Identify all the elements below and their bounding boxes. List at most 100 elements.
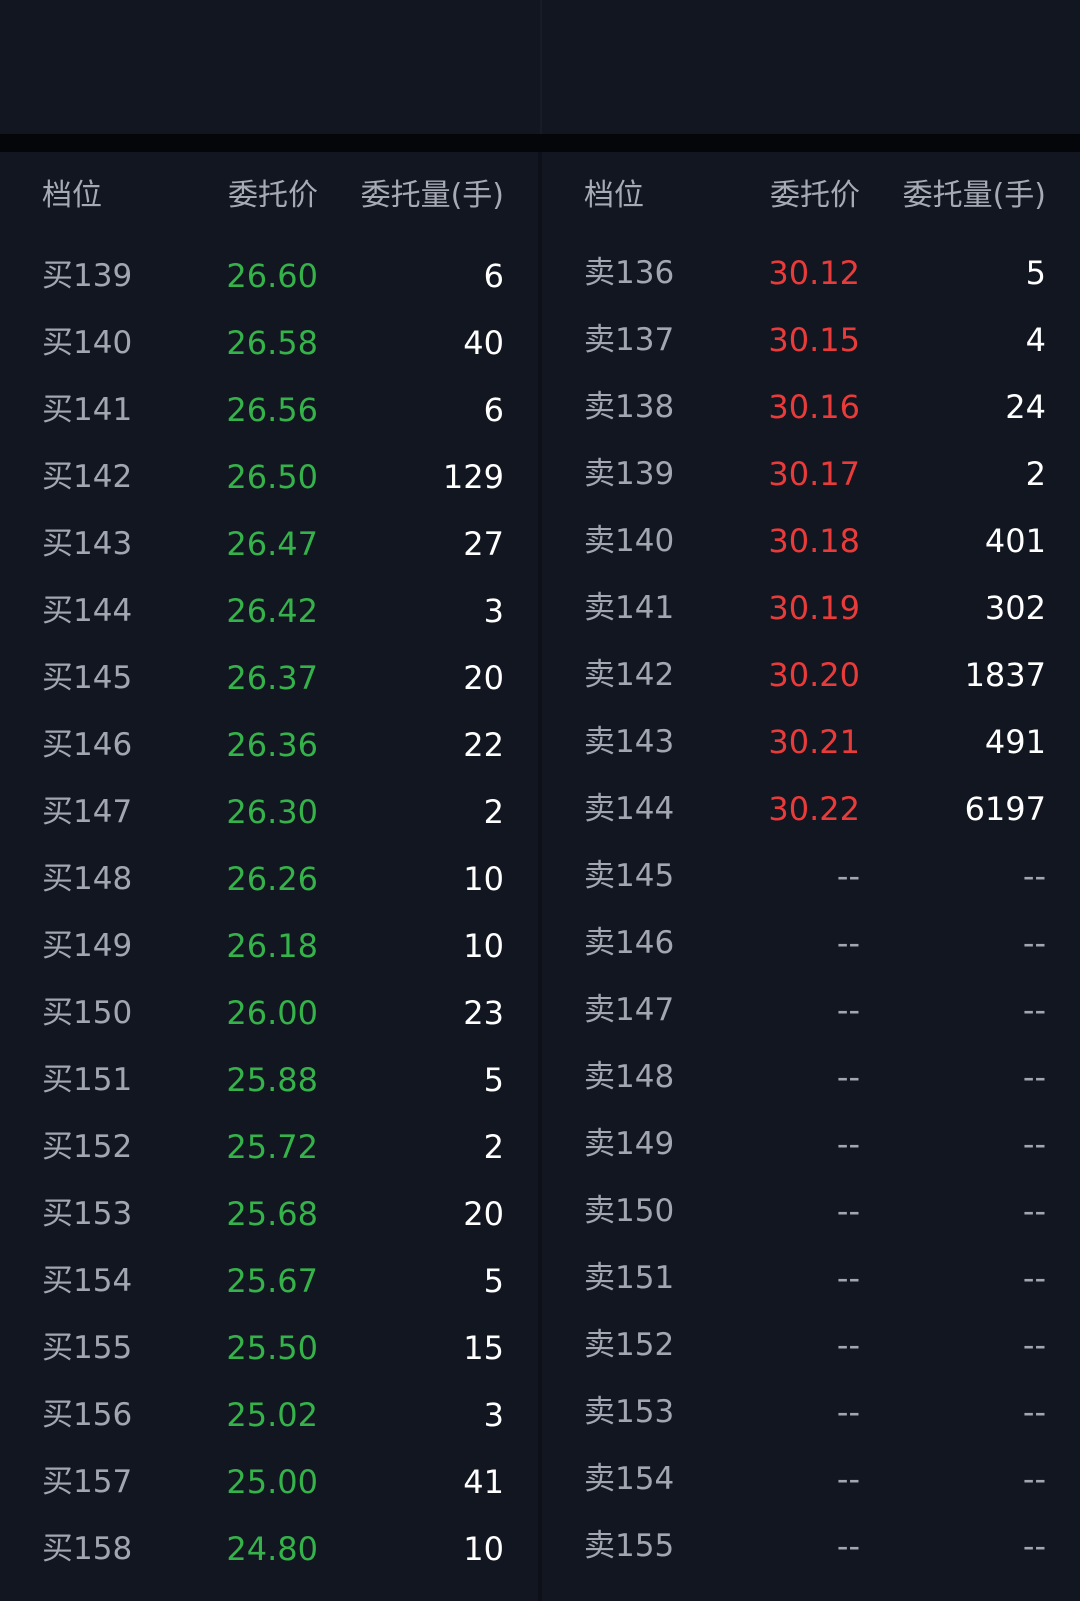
- bid-order-row[interactable]: 买157 25.00 41: [0, 1448, 538, 1515]
- bid-level-label: 买149: [42, 928, 133, 964]
- bid-level-label: 买157: [42, 1464, 133, 1500]
- bid-price-value: 25.00: [226, 1463, 318, 1501]
- ask-header-volume: 委托量(手): [902, 178, 1046, 213]
- bid-price-value: 25.67: [226, 1262, 318, 1300]
- ask-order-row[interactable]: 卖140 30.18 401: [542, 507, 1080, 574]
- bid-level-label: 买140: [42, 325, 133, 361]
- ask-order-row[interactable]: 卖145 -- --: [542, 842, 1080, 909]
- bid-price-value: 26.60: [226, 257, 318, 295]
- bid-price-value: 26.56: [226, 391, 318, 429]
- bid-order-row[interactable]: 买147 26.30 2: [0, 778, 538, 845]
- ask-price-value: 30.17: [768, 455, 860, 493]
- bid-volume-value: 129: [442, 458, 504, 496]
- ask-level-label: 卖151: [584, 1260, 675, 1296]
- bid-level-label: 买139: [42, 258, 133, 294]
- bid-price-value: 26.37: [226, 659, 318, 697]
- ask-price-value: 30.22: [768, 790, 860, 828]
- ask-order-row[interactable]: 卖147 -- --: [542, 976, 1080, 1043]
- ask-order-row[interactable]: 卖138 30.16 24: [542, 373, 1080, 440]
- bid-price-value: 26.42: [226, 592, 318, 630]
- bid-order-row[interactable]: 买154 25.67 5: [0, 1247, 538, 1314]
- ask-rows-list[interactable]: 卖13530.11108卖13630.125卖13730.154卖13830.1…: [542, 172, 1080, 1579]
- bid-level-label: 买148: [42, 861, 133, 897]
- ask-level-label: 卖142: [584, 657, 675, 693]
- bid-order-row[interactable]: 买150 26.00 23: [0, 979, 538, 1046]
- bid-order-row[interactable]: 买151 25.88 5: [0, 1046, 538, 1113]
- ask-price-value: --: [836, 1393, 860, 1431]
- bid-order-row[interactable]: 买142 26.50 129: [0, 443, 538, 510]
- ask-table-header: 档位 委托价 委托量(手): [542, 152, 1080, 234]
- bid-header-level: 档位: [42, 178, 102, 213]
- bid-level-label: 买158: [42, 1531, 133, 1567]
- ask-price-value: --: [836, 991, 860, 1029]
- bid-order-row[interactable]: 买148 26.26 10: [0, 845, 538, 912]
- ask-volume-value: 6197: [964, 790, 1046, 828]
- bid-order-row[interactable]: 买145 26.37 20: [0, 644, 538, 711]
- ask-price-value: --: [836, 924, 860, 962]
- bid-volume-value: 20: [463, 659, 504, 697]
- ask-order-row[interactable]: 卖143 30.21 491: [542, 708, 1080, 775]
- bid-order-row[interactable]: 买149 26.18 10: [0, 912, 538, 979]
- bid-price-value: 25.50: [226, 1329, 318, 1367]
- ask-level-label: 卖137: [584, 322, 675, 358]
- bid-level-label: 买155: [42, 1330, 133, 1366]
- bid-price-value: 25.88: [226, 1061, 318, 1099]
- ask-level-label: 卖146: [584, 925, 675, 961]
- ask-order-row[interactable]: 卖155 -- --: [542, 1512, 1080, 1579]
- bid-order-row[interactable]: 买158 24.80 10: [0, 1515, 538, 1582]
- ask-level-label: 卖154: [584, 1461, 675, 1497]
- ask-volume-value: --: [1022, 857, 1046, 895]
- ask-order-row[interactable]: 卖152 -- --: [542, 1311, 1080, 1378]
- ask-header-price: 委托价: [770, 178, 860, 213]
- bid-order-row[interactable]: 买156 25.02 3: [0, 1381, 538, 1448]
- bid-level-label: 买153: [42, 1196, 133, 1232]
- ask-order-row[interactable]: 卖148 -- --: [542, 1043, 1080, 1110]
- bid-order-row[interactable]: 买146 26.36 22: [0, 711, 538, 778]
- bid-price-value: 26.26: [226, 860, 318, 898]
- bid-volume-value: 15: [463, 1329, 504, 1367]
- ask-order-row[interactable]: 卖151 -- --: [542, 1244, 1080, 1311]
- ask-price-value: 30.12: [768, 254, 860, 292]
- bid-level-label: 买150: [42, 995, 133, 1031]
- ask-price-value: --: [836, 1058, 860, 1096]
- bid-volume-value: 41: [463, 1463, 504, 1501]
- bid-level-label: 买151: [42, 1062, 133, 1098]
- ask-order-row[interactable]: 卖136 30.12 5: [542, 239, 1080, 306]
- bid-level-label: 买142: [42, 459, 133, 495]
- ask-order-row[interactable]: 卖154 -- --: [542, 1445, 1080, 1512]
- ask-order-row[interactable]: 卖141 30.19 302: [542, 574, 1080, 641]
- bid-order-row[interactable]: 买155 25.50 15: [0, 1314, 538, 1381]
- ask-volume-value: --: [1022, 924, 1046, 962]
- ask-price-value: --: [836, 857, 860, 895]
- ask-order-row[interactable]: 卖146 -- --: [542, 909, 1080, 976]
- bid-rows-list[interactable]: 买13826.628买13926.606买14026.5840买14126.56…: [0, 175, 538, 1582]
- bid-order-row[interactable]: 买141 26.56 6: [0, 376, 538, 443]
- bid-order-row[interactable]: 买152 25.72 2: [0, 1113, 538, 1180]
- bid-level-label: 买147: [42, 794, 133, 830]
- ask-volume-value: --: [1022, 1326, 1046, 1364]
- bid-order-row[interactable]: 买143 26.47 27: [0, 510, 538, 577]
- bid-order-row[interactable]: 买140 26.58 40: [0, 309, 538, 376]
- ask-price-value: --: [836, 1125, 860, 1163]
- top-column-divider: [540, 0, 542, 134]
- bid-price-value: 26.58: [226, 324, 318, 362]
- ask-order-row[interactable]: 卖142 30.20 1837: [542, 641, 1080, 708]
- ask-order-row[interactable]: 卖149 -- --: [542, 1110, 1080, 1177]
- bid-volume-value: 27: [463, 525, 504, 563]
- ask-order-row[interactable]: 卖150 -- --: [542, 1177, 1080, 1244]
- bid-order-row[interactable]: 买153 25.68 20: [0, 1180, 538, 1247]
- ask-volume-value: 4: [1025, 321, 1046, 359]
- ask-order-book[interactable]: 档位 委托价 委托量(手) 卖13530.11108卖13630.125卖137…: [542, 152, 1080, 1601]
- ask-order-row[interactable]: 卖144 30.22 6197: [542, 775, 1080, 842]
- bid-order-row[interactable]: 买139 26.60 6: [0, 242, 538, 309]
- ask-header-level: 档位: [584, 178, 644, 213]
- ask-order-row[interactable]: 卖153 -- --: [542, 1378, 1080, 1445]
- ask-price-value: --: [836, 1460, 860, 1498]
- ask-level-label: 卖152: [584, 1327, 675, 1363]
- ask-order-row[interactable]: 卖139 30.17 2: [542, 440, 1080, 507]
- bid-order-book[interactable]: 档位 委托价 委托量(手) 买13826.628买13926.606买14026…: [0, 152, 538, 1601]
- bid-order-row[interactable]: 买144 26.42 3: [0, 577, 538, 644]
- bid-volume-value: 40: [463, 324, 504, 362]
- ask-order-row[interactable]: 卖137 30.15 4: [542, 306, 1080, 373]
- bid-volume-value: 3: [483, 592, 504, 630]
